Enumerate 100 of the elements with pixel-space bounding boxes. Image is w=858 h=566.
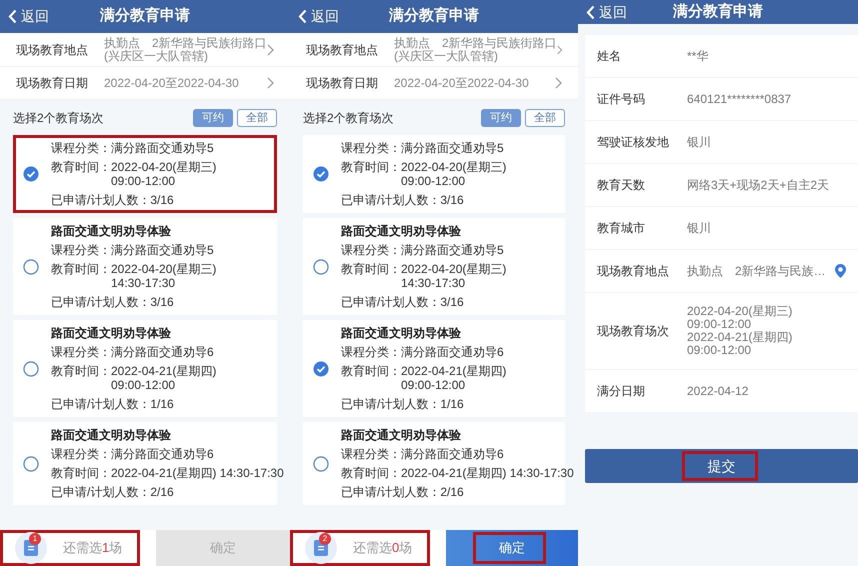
course-category: 满分路面交通劝导5 <box>401 243 504 257</box>
chevron-right-icon <box>555 77 562 89</box>
session-title: 路面交通文明劝导体验 <box>51 326 172 340</box>
session-time: 09:00-12:00 <box>111 378 176 392</box>
field-value: 2022-04-20至2022-04-30 <box>394 76 529 90</box>
field-label: 课程分类： <box>341 141 401 155</box>
session-card[interactable]: 路面交通文明劝导体验 课程分类：满分路面交通劝导5 教育时间：2022-04-20(星期三) 14:30-17:30 已申请/计划人数：3/16 <box>13 218 277 315</box>
field-label: 现场教育日期 <box>306 75 379 92</box>
detail-label: 姓名 <box>597 48 622 65</box>
back-icon[interactable] <box>586 4 595 20</box>
detail-value: 网络3天+现场2天+自主2天 <box>687 178 830 192</box>
enrollment-count: 3/16 <box>150 193 174 207</box>
field-label: 教育时间： <box>341 262 401 278</box>
session-time: 14:30-17:30 <box>401 276 466 290</box>
field-label: 现场教育地点 <box>306 42 379 58</box>
field-label: 教育时间： <box>341 364 401 380</box>
back-link[interactable]: 返回 <box>599 2 627 22</box>
session-card[interactable]: 路面交通文明劝导体验 课程分类：满分路面交通劝导5 教育时间：2022-04-20(星期三) 14:30-17:30 已申请/计划人数：3/16 <box>303 218 565 315</box>
remaining-text: 还需选1场 <box>63 539 122 558</box>
session-title: 路面交通文明劝导体验 <box>341 326 462 340</box>
checked-radio-icon[interactable] <box>313 166 329 182</box>
filter-button[interactable]: 全部 <box>525 108 565 126</box>
field-value: 执勤点 2新华路与民族街路口 <box>104 36 267 50</box>
session-title: 路面交通文明劝导体验 <box>51 428 172 442</box>
course-category: 满分路面交通劝导5 <box>111 141 214 155</box>
session-time: 2022-04-20(星期三) <box>401 160 506 174</box>
section-heading: 选择2个教育场次 <box>13 110 104 126</box>
field-label: 已申请/计划人数： <box>341 193 440 207</box>
field-label: 教育时间： <box>341 160 401 176</box>
detail-value: 2022-04-21(星期四) <box>687 331 794 344</box>
session-time: 2022-04-21(星期四) <box>401 364 506 378</box>
screen-title: 满分教育申请 <box>389 6 479 26</box>
session-title: 路面交通文明劝导体验 <box>341 428 462 442</box>
submit-button[interactable]: 提交 <box>585 449 858 483</box>
detail-value: 银川 <box>687 136 712 148</box>
session-card[interactable]: 路面交通文明劝导体验 课程分类：满分路面交通劝导6 教育时间：2022-04-21(星期四) 09:00-12:00 已申请/计划人数：1/16 <box>303 320 565 417</box>
enrollment-count: 2/16 <box>440 485 464 499</box>
field-label: 课程分类： <box>51 243 111 257</box>
detail-value: 09:00-12:00 <box>687 344 752 357</box>
field-value: 2022-04-20至2022-04-30 <box>104 76 239 90</box>
enrollment-count: 3/16 <box>440 295 464 309</box>
field-value: 执勤点 2新华路与民族街路口 <box>394 36 557 50</box>
checked-radio-icon[interactable] <box>313 360 329 376</box>
session-time: 09:00-12:00 <box>401 378 466 392</box>
radio-icon[interactable] <box>313 258 329 274</box>
field-label: 已申请/计划人数： <box>51 193 150 207</box>
session-time: 09:00-12:00 <box>111 174 176 188</box>
field-label: 已申请/计划人数： <box>51 485 150 499</box>
field-label: 课程分类： <box>51 141 111 155</box>
detail-value: 2022-04-12 <box>687 384 750 398</box>
filter-button[interactable]: 全部 <box>237 108 277 126</box>
course-category: 满分路面交通劝导6 <box>111 447 214 461</box>
chevron-right-icon <box>267 77 274 89</box>
course-category: 满分路面交通劝导5 <box>111 243 214 257</box>
detail-value: 执勤点 2新华路与民族… <box>687 264 827 278</box>
enrollment-count: 1/16 <box>440 397 464 411</box>
detail-value: **华 <box>687 50 710 62</box>
remaining-text: 还需选0场 <box>353 539 412 558</box>
radio-icon[interactable] <box>313 456 329 472</box>
back-link[interactable]: 返回 <box>311 6 339 27</box>
session-time: 2022-04-21(星期四) 14:30-17:30 <box>401 466 574 480</box>
detail-label: 证件号码 <box>597 91 646 108</box>
radio-icon[interactable] <box>23 258 39 274</box>
field-value: (兴庆区一大队管辖) <box>104 50 208 62</box>
detail-value: 银川 <box>687 222 712 234</box>
location-pin-icon[interactable] <box>835 264 846 278</box>
field-label: 教育时间： <box>51 466 111 480</box>
field-label: 已申请/计划人数： <box>51 295 150 309</box>
detail-label: 现场教育场次 <box>597 323 670 340</box>
field-label: 课程分类： <box>341 447 401 461</box>
detail-label: 现场教育地点 <box>597 263 670 280</box>
session-time: 2022-04-21(星期四) 14:30-17:30 <box>111 466 284 480</box>
session-card[interactable]: 课程分类：满分路面交通劝导5 教育时间：2022-04-20(星期三) 09:00-12:00 已申请/计划人数：3/16 <box>13 135 277 213</box>
detail-value: 640121********0837 <box>687 92 792 106</box>
screen-title: 满分教育申请 <box>100 6 190 26</box>
session-time: 2022-04-20(星期三) <box>111 262 216 276</box>
radio-icon[interactable] <box>23 456 39 472</box>
field-label: 已申请/计划人数： <box>341 397 440 411</box>
list-icon[interactable] <box>15 532 47 564</box>
list-icon[interactable] <box>305 532 337 564</box>
detail-value: 09:00-12:00 <box>687 318 752 331</box>
radio-icon[interactable] <box>23 360 39 376</box>
field-label: 现场教育日期 <box>16 75 89 92</box>
session-time: 2022-04-20(星期三) <box>401 262 506 276</box>
enrollment-count: 1/16 <box>150 397 174 411</box>
detail-value: 2022-04-20(星期三) <box>687 305 794 318</box>
detail-label: 驾驶证核发地 <box>597 134 670 151</box>
back-link[interactable]: 返回 <box>21 6 49 27</box>
field-label: 已申请/计划人数： <box>341 485 440 499</box>
checked-radio-icon[interactable] <box>23 166 39 182</box>
back-icon[interactable] <box>8 9 17 24</box>
back-icon[interactable] <box>298 9 307 24</box>
session-title: 路面交通文明劝导体验 <box>51 224 172 238</box>
session-time: 2022-04-20(星期三) <box>111 160 216 174</box>
confirm-button[interactable]: 确定 <box>446 530 578 566</box>
session-card[interactable]: 课程分类：满分路面交通劝导5 教育时间：2022-04-20(星期三) 09:00-12:00 已申请/计划人数：3/16 <box>303 135 565 213</box>
session-time: 09:00-12:00 <box>401 174 466 188</box>
enrollment-count: 3/16 <box>440 193 464 207</box>
session-time: 14:30-17:30 <box>111 276 176 290</box>
session-card[interactable]: 路面交通文明劝导体验 课程分类：满分路面交通劝导6 教育时间：2022-04-21(星期四) 09:00-12:00 已申请/计划人数：1/16 <box>13 320 277 417</box>
